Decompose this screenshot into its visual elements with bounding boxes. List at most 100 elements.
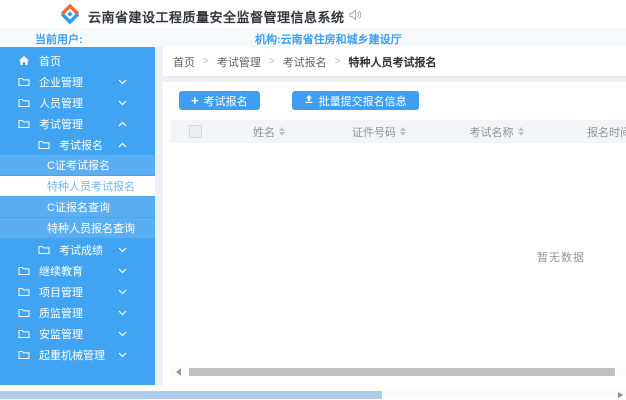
- table-body-empty: 暂无数据: [171, 143, 626, 371]
- column-header-id-number[interactable]: 证件号码: [319, 124, 439, 140]
- chevron-down-icon: [118, 100, 127, 105]
- column-header-name[interactable]: 姓名: [219, 124, 319, 140]
- sidebar-item-label: 起重机械管理: [39, 347, 105, 363]
- sidebar-item-label: 项目管理: [39, 284, 83, 300]
- page-hscrollbar-thumb[interactable]: [0, 391, 382, 399]
- chevron-up-icon: [118, 121, 127, 126]
- chevron-up-icon: [118, 142, 127, 147]
- sidebar-item-home[interactable]: 首页: [0, 50, 155, 71]
- column-header-registration-time[interactable]: 报名时间: [554, 124, 626, 140]
- folder-icon: [18, 266, 30, 276]
- sidebar-item-special-personnel-exam-registration[interactable]: 特种人员考试报名: [0, 176, 155, 196]
- table-header-row: 姓名 证件号码 考试名称 报名时间: [171, 120, 626, 143]
- speaker-icon[interactable]: [349, 8, 363, 26]
- folder-icon: [38, 140, 50, 150]
- sidebar-item-enterprise-mgmt[interactable]: 企业管理: [0, 71, 155, 92]
- scroll-left-icon[interactable]: [176, 368, 181, 376]
- sidebar-item-c-cert-registration-query[interactable]: C证报名查询: [0, 197, 155, 217]
- column-header-label: 姓名: [253, 124, 275, 140]
- sidebar-item-exam-scores[interactable]: 考试成绩: [0, 239, 155, 260]
- chevron-down-icon: [118, 310, 127, 315]
- upload-icon: [304, 94, 314, 107]
- column-header-exam-name[interactable]: 考试名称: [439, 124, 554, 140]
- select-all-checkbox[interactable]: [189, 125, 202, 138]
- content-area: 首页 > 考试管理 > 考试报名 > 特种人员考试报名 + 考试报名: [155, 47, 626, 385]
- sidebar-item-label: 首页: [39, 53, 61, 69]
- folder-icon: [18, 308, 30, 318]
- toolbar: + 考试报名 批量提交报名信息: [163, 82, 626, 120]
- sidebar-item-label: 特种人员考试报名: [47, 178, 135, 194]
- sidebar-item-project-mgmt[interactable]: 项目管理: [0, 281, 155, 302]
- sidebar: 首页 企业管理 人员管理: [0, 47, 155, 385]
- sidebar-item-continuing-education[interactable]: 继续教育: [0, 260, 155, 281]
- sidebar-item-special-personnel-registration-query[interactable]: 特种人员报名查询: [0, 218, 155, 238]
- column-header-label: 考试名称: [470, 124, 514, 140]
- app-title: 云南省建设工程质量安全监督管理信息系统: [88, 7, 345, 26]
- breadcrumb-separator: >: [335, 56, 341, 67]
- app-logo-icon: [59, 3, 81, 30]
- sidebar-item-crane-machinery-mgmt[interactable]: 起重机械管理: [0, 344, 155, 365]
- sidebar-item-label: 考试管理: [39, 116, 83, 132]
- table-viewport: 姓名 证件号码 考试名称 报名时间: [171, 120, 626, 371]
- column-header-label: 证件号码: [352, 124, 396, 140]
- sidebar-item-personnel-mgmt[interactable]: 人员管理: [0, 92, 155, 113]
- breadcrumb-separator: >: [203, 56, 209, 67]
- content-card: + 考试报名 批量提交报名信息: [163, 82, 626, 385]
- main-layout: 首页 企业管理 人员管理: [0, 47, 626, 385]
- table-hscrollbar-thumb[interactable]: [189, 368, 615, 376]
- breadcrumb: 首页 > 考试管理 > 考试报名 > 特种人员考试报名: [163, 47, 626, 77]
- sort-icon[interactable]: [400, 127, 406, 136]
- sidebar-item-label: C证考试报名: [47, 157, 110, 173]
- sidebar-item-label: 考试成绩: [59, 242, 103, 258]
- sidebar-item-label: 安监管理: [39, 326, 83, 342]
- breadcrumb-separator: >: [269, 56, 275, 67]
- page-hscrollbar[interactable]: [0, 391, 626, 399]
- sidebar-item-label: C证报名查询: [47, 199, 110, 215]
- sidebar-item-safety-supervision[interactable]: 安监管理: [0, 323, 155, 344]
- folder-icon: [18, 350, 30, 360]
- sidebar-item-label: 特种人员报名查询: [47, 220, 135, 236]
- breadcrumb-item-exam-registration[interactable]: 考试报名: [283, 54, 327, 70]
- chevron-down-icon: [118, 289, 127, 294]
- select-all-cell: [171, 125, 219, 138]
- sidebar-item-label: 质监管理: [39, 305, 83, 321]
- sidebar-item-exam-registration[interactable]: 考试报名: [0, 134, 155, 155]
- chevron-down-icon: [118, 247, 127, 252]
- folder-icon: [18, 287, 30, 297]
- sort-icon[interactable]: [279, 127, 285, 136]
- plus-icon: +: [191, 94, 199, 107]
- chevron-down-icon: [118, 268, 127, 273]
- org-label: 机构:云南省住房和城乡建设厅: [255, 31, 402, 47]
- sidebar-item-quality-supervision[interactable]: 质监管理: [0, 302, 155, 323]
- app-header: 云南省建设工程质量安全监督管理信息系统: [0, 0, 626, 28]
- breadcrumb-item-exam-mgmt[interactable]: 考试管理: [217, 54, 261, 70]
- sort-icon[interactable]: [518, 127, 524, 136]
- current-user-label: 当前用户:: [35, 31, 83, 47]
- folder-icon: [18, 98, 30, 108]
- sidebar-item-c-cert-exam-registration[interactable]: C证考试报名: [0, 155, 155, 175]
- chevron-down-icon: [118, 352, 127, 357]
- breadcrumb-item-home[interactable]: 首页: [173, 54, 195, 70]
- folder-icon: [18, 77, 30, 87]
- home-icon: [18, 55, 30, 66]
- sidebar-item-label: 企业管理: [39, 74, 83, 90]
- add-exam-registration-button[interactable]: + 考试报名: [179, 91, 260, 110]
- sidebar-item-exam-mgmt[interactable]: 考试管理: [0, 113, 155, 134]
- breadcrumb-item-current: 特种人员考试报名: [349, 54, 437, 70]
- scroll-right-icon[interactable]: [618, 392, 623, 398]
- sidebar-item-label: 考试报名: [59, 137, 103, 153]
- batch-submit-button[interactable]: 批量提交报名信息: [292, 91, 419, 110]
- folder-icon: [38, 245, 50, 255]
- chevron-down-icon: [118, 331, 127, 336]
- sidebar-item-label: 继续教育: [39, 263, 83, 279]
- table-hscrollbar[interactable]: [171, 367, 626, 376]
- chevron-down-icon: [118, 79, 127, 84]
- batch-submit-label: 批量提交报名信息: [319, 93, 407, 109]
- add-exam-registration-label: 考试报名: [204, 93, 248, 109]
- app-window: 云南省建设工程质量安全监督管理信息系统 当前用户: 机构:云南省住房和城乡建设厅…: [0, 0, 626, 400]
- empty-placeholder: 暂无数据: [537, 249, 585, 265]
- column-header-label: 报名时间: [587, 124, 626, 140]
- user-info-bar: 当前用户: 机构:云南省住房和城乡建设厅: [0, 28, 626, 47]
- folder-icon: [18, 329, 30, 339]
- sidebar-item-label: 人员管理: [39, 95, 83, 111]
